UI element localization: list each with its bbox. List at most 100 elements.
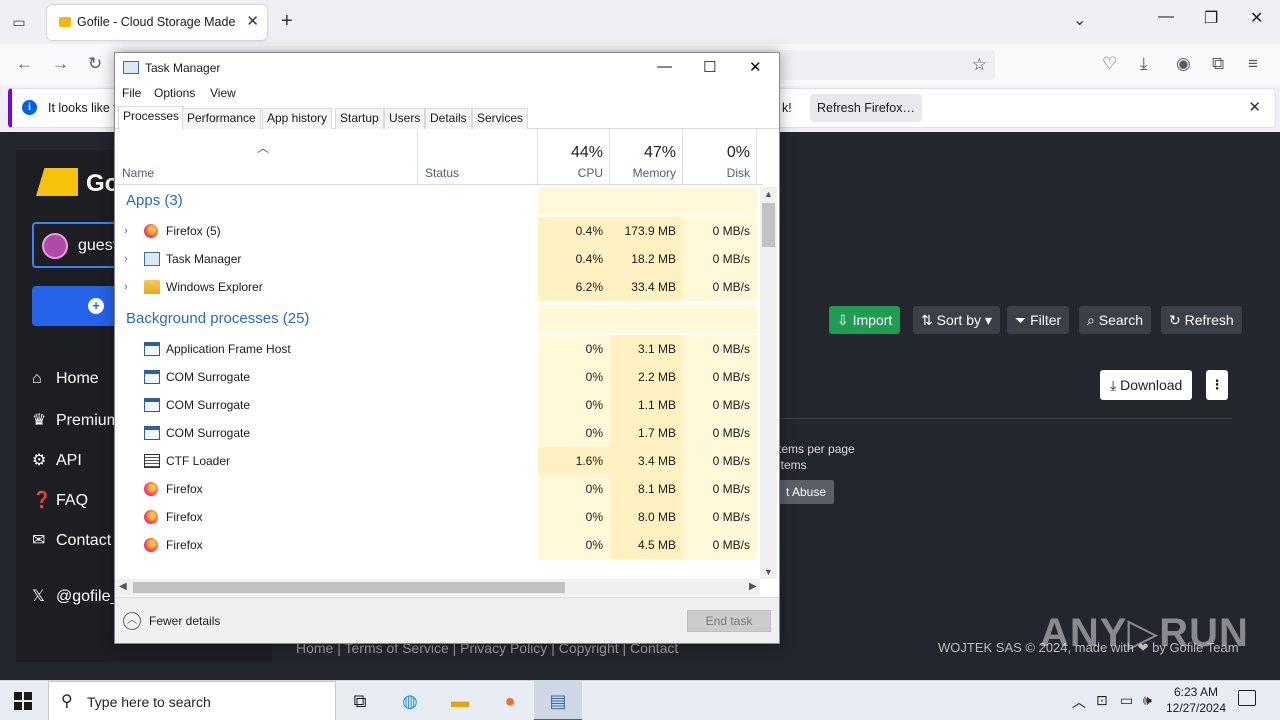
taskbar-search-input[interactable]: ⚲ Type here to search xyxy=(48,681,336,720)
task-manager-taskbar-icon[interactable]: ▤ xyxy=(534,681,582,720)
cpu-value: 0.4% xyxy=(538,217,610,245)
more-options-icon[interactable]: ⋮ xyxy=(1206,370,1228,400)
tab-users[interactable]: Users xyxy=(384,108,426,129)
firefox-icon[interactable]: ● xyxy=(486,681,534,720)
close-tab-icon[interactable]: ✕ xyxy=(246,12,259,30)
taskbar-clock[interactable]: 6:23 AM 12/27/2024 xyxy=(1164,684,1228,716)
download-button[interactable]: ⤓ Download xyxy=(1100,370,1193,400)
column-header-name[interactable]: Name xyxy=(115,129,418,185)
edge-icon[interactable]: ◍ xyxy=(386,681,434,720)
scroll-left-icon[interactable]: ◀ xyxy=(119,581,127,592)
scroll-up-icon[interactable]: ▲ xyxy=(764,189,773,199)
sidebar-item-label: Home xyxy=(56,370,99,387)
import-button[interactable]: ⇩ Import xyxy=(829,306,901,334)
search-button[interactable]: ⌕ Search xyxy=(1079,306,1152,334)
sort-by-button[interactable]: ⇅ Sort by ▾ xyxy=(913,306,1000,334)
bookmark-star-icon[interactable]: ☆ xyxy=(972,55,987,75)
sidebar-item-faq[interactable]: ❓ FAQ xyxy=(32,490,88,510)
sidebar-item-label: @gofile_ xyxy=(56,588,120,605)
sidebar-item-api[interactable]: ⚙ API xyxy=(32,450,82,470)
refresh-button[interactable]: ↻ Refresh xyxy=(1161,306,1242,334)
gofile-logo-icon[interactable] xyxy=(36,168,78,196)
process-row[interactable]: Firefox 0% 8.0 MB 0 MB/s xyxy=(115,503,757,531)
refresh-label: Refresh xyxy=(1184,312,1234,328)
file-explorer-icon[interactable]: ▬ xyxy=(436,681,484,720)
scroll-thumb[interactable] xyxy=(762,203,775,247)
cpu-value: 6.2% xyxy=(538,273,610,301)
expand-chevron-icon[interactable]: › xyxy=(124,245,128,273)
tab-details[interactable]: Details xyxy=(425,108,472,129)
expand-chevron-icon[interactable]: › xyxy=(124,273,128,301)
report-abuse-button[interactable]: t Abuse xyxy=(778,480,835,504)
notification-icon[interactable] xyxy=(1238,690,1256,706)
process-row[interactable]: › Firefox (5) 0.4% 173.9 MB 0 MB/s xyxy=(115,217,757,245)
browser-tab[interactable]: Gofile - Cloud Storage Made Si ✕ xyxy=(47,5,267,40)
network-icon[interactable]: ▭ xyxy=(1120,692,1133,709)
scroll-down-icon[interactable]: ▼ xyxy=(764,567,773,577)
end-task-button[interactable]: End task xyxy=(687,610,771,632)
sidebar-item-premium[interactable]: ♛ Premium xyxy=(32,410,120,430)
process-row[interactable]: COM Surrogate 0% 2.2 MB 0 MB/s xyxy=(115,363,757,391)
restore-icon[interactable]: ❐ xyxy=(1204,8,1218,28)
filter-button[interactable]: ⏷ Filter xyxy=(1007,306,1070,334)
minimize-icon[interactable]: — xyxy=(1158,8,1174,26)
tab-processes[interactable]: Processes xyxy=(118,106,185,130)
horizontal-scrollbar[interactable]: ◀ ▶ xyxy=(115,579,760,596)
tab-app-history[interactable]: App history xyxy=(262,108,333,129)
menu-view[interactable]: View xyxy=(210,86,236,100)
account-icon[interactable]: ◉ xyxy=(1176,54,1191,74)
sidebar-item-twitter[interactable]: 𝕏 @gofile_ xyxy=(32,586,119,606)
column-header-memory[interactable]: 47% Memory xyxy=(610,129,683,185)
refresh-firefox-button[interactable]: Refresh Firefox… xyxy=(810,94,922,122)
close-notice-icon[interactable]: ✕ xyxy=(1248,98,1261,116)
heat-cell xyxy=(610,305,683,333)
process-row[interactable]: Firefox 0% 8.1 MB 0 MB/s xyxy=(115,475,757,503)
chevron-down-icon[interactable]: ⌄ xyxy=(1073,10,1086,30)
menu-options[interactable]: Options xyxy=(154,86,195,100)
extensions-icon[interactable]: ⧉ xyxy=(1212,54,1224,74)
tab-startup[interactable]: Startup xyxy=(335,108,384,129)
menu-file[interactable]: File xyxy=(122,86,141,100)
pocket-icon[interactable]: ♡ xyxy=(1102,54,1117,74)
back-icon[interactable]: ← xyxy=(16,54,33,74)
device-icon[interactable]: ⊡ xyxy=(1096,692,1108,709)
forward-icon[interactable]: → xyxy=(52,54,69,74)
sidebar-item-contact[interactable]: ✉ Contact xyxy=(32,530,111,550)
maximize-icon[interactable]: ☐ xyxy=(703,58,716,76)
process-row[interactable]: Firefox 0% 4.5 MB 0 MB/s xyxy=(115,531,757,559)
chevron-up-icon[interactable]: ︿ xyxy=(123,612,141,630)
downloads-icon[interactable]: ⤓ xyxy=(1140,54,1148,74)
new-tab-button[interactable]: + xyxy=(281,10,293,33)
reload-icon[interactable]: ↻ xyxy=(88,54,102,74)
process-row[interactable]: COM Surrogate 0% 1.1 MB 0 MB/s xyxy=(115,391,757,419)
vertical-scrollbar[interactable]: ▲ ▼ xyxy=(760,187,777,579)
tab-services[interactable]: Services xyxy=(472,108,529,129)
task-manager-titlebar[interactable]: Task Manager — ☐ ✕ xyxy=(115,53,779,83)
tab-list-icon[interactable]: ▭ xyxy=(8,11,30,33)
process-row[interactable]: › Task Manager 0.4% 18.2 MB 0 MB/s xyxy=(115,245,757,273)
menu-icon[interactable]: ≡ xyxy=(1248,54,1258,74)
process-row[interactable]: Application Frame Host 0% 3.1 MB 0 MB/s xyxy=(115,335,757,363)
scroll-right-icon[interactable]: ▶ xyxy=(749,581,757,592)
column-header-status[interactable]: Status xyxy=(418,129,538,185)
process-row[interactable]: CTF Loader 1.6% 3.4 MB 0 MB/s xyxy=(115,447,757,475)
tab-performance[interactable]: Performance xyxy=(182,108,261,129)
column-header-disk[interactable]: 0% Disk xyxy=(683,129,757,185)
sidebar-item-home[interactable]: ⌂ Home xyxy=(32,370,99,388)
expand-chevron-icon[interactable]: › xyxy=(124,217,128,245)
minimize-icon[interactable]: — xyxy=(657,58,672,75)
process-name: Firefox xyxy=(166,538,203,552)
ctf-icon xyxy=(144,454,160,468)
show-hidden-icons-icon[interactable]: ︿ xyxy=(1072,692,1086,712)
column-header-cpu[interactable]: 44% CPU xyxy=(538,129,610,185)
fewer-details-link[interactable]: Fewer details xyxy=(149,614,220,628)
close-window-icon[interactable]: ✕ xyxy=(1250,8,1263,28)
process-row[interactable]: COM Surrogate 0% 1.7 MB 0 MB/s xyxy=(115,419,757,447)
close-icon[interactable]: ✕ xyxy=(749,58,762,76)
windows-start-icon[interactable] xyxy=(14,692,32,710)
volume-icon[interactable]: 🕪 xyxy=(1143,692,1152,709)
process-row[interactable]: › Windows Explorer 6.2% 33.4 MB 0 MB/s xyxy=(115,273,757,301)
firefox-icon xyxy=(144,538,158,552)
task-view-icon[interactable]: ⧉ xyxy=(336,681,384,720)
scroll-thumb[interactable] xyxy=(133,582,565,593)
